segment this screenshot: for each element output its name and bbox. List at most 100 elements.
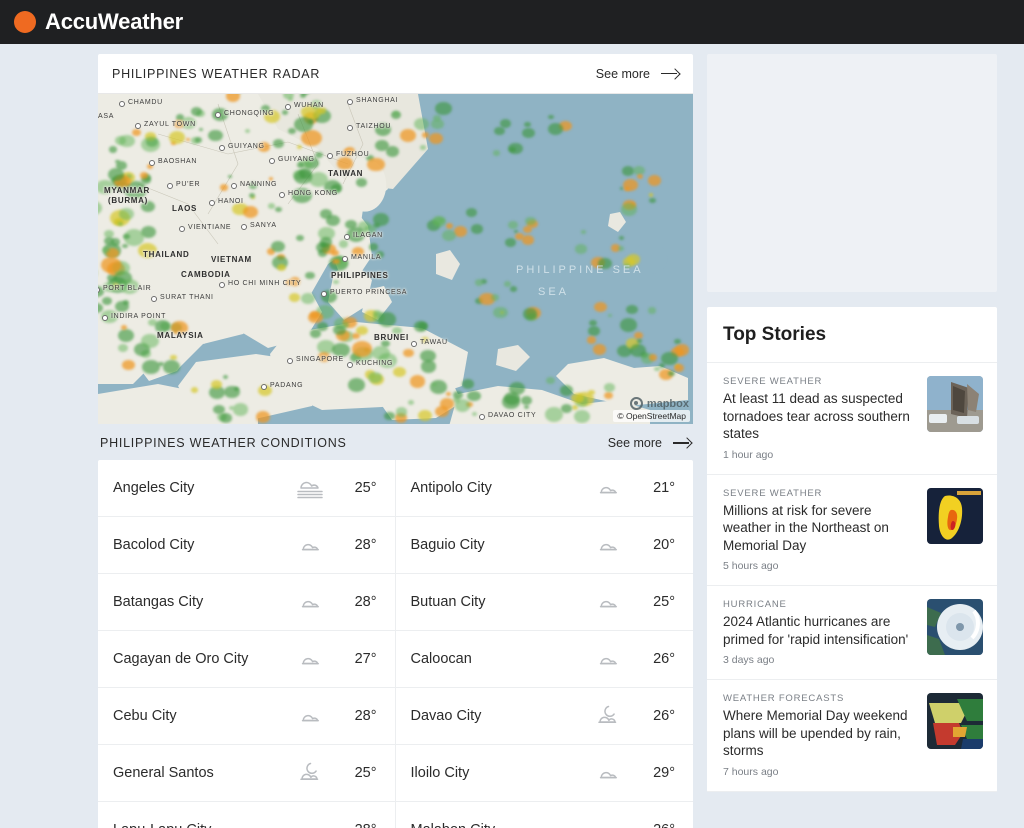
top-story-item[interactable]: SEVERE WEATHER Millions at risk for sever… <box>707 475 997 587</box>
story-text: WEATHER FORECASTS Where Memorial Day week… <box>723 693 917 778</box>
map-place-label: ILAGAN <box>353 232 383 239</box>
radar-see-more-link[interactable]: See more <box>596 67 679 81</box>
radar-card-header: PHILIPPINES WEATHER RADAR See more <box>98 54 693 94</box>
arrow-right-icon <box>661 68 679 80</box>
city-temperature: 26° <box>631 708 675 724</box>
map-sea-label: PHILIPPINE SEA <box>516 264 644 276</box>
map-place-label: ASA <box>98 113 114 120</box>
radar-see-more-label: See more <box>596 67 650 81</box>
city-name: Malabon City <box>411 822 586 828</box>
city-condition-row[interactable]: Cagayan de Oro City 27° <box>98 631 396 688</box>
city-temperature: 27° <box>333 651 377 667</box>
story-headline: Millions at risk for severe weather in t… <box>723 502 917 555</box>
map-place-label: PUERTO PRINCESA <box>330 289 407 296</box>
top-story-item[interactable]: HURRICANE 2024 Atlantic hurricanes are pr… <box>707 586 997 680</box>
city-name: Cagayan de Oro City <box>113 651 287 667</box>
map-place-label: MALAYSIA <box>157 331 204 340</box>
map-place-label: GUIYANG <box>228 143 265 150</box>
mapbox-logo-icon <box>630 397 643 410</box>
city-name: Lapu-Lapu City <box>113 822 287 828</box>
city-temperature: 26° <box>631 651 675 667</box>
map-place-label: GUIYANG <box>278 156 315 163</box>
map-place-label: FUZHOU <box>336 151 369 158</box>
main-column: PHILIPPINES WEATHER RADAR See more mapbo… <box>98 54 693 828</box>
map-place-label: KUCHING <box>356 360 393 367</box>
story-category: SEVERE WEATHER <box>723 488 917 499</box>
city-conditions-grid: Angeles City 25° Antipolo City 21° Bacolod C… <box>98 460 693 828</box>
city-condition-row[interactable]: Baguio City 20° <box>396 517 694 574</box>
arrow-right-icon <box>673 437 691 449</box>
city-condition-row[interactable]: Malabon City 26° <box>396 802 694 828</box>
city-name: Davao City <box>411 708 586 724</box>
cloudy-icon <box>287 704 333 728</box>
city-condition-row[interactable]: Bacolod City 28° <box>98 517 396 574</box>
city-temperature: 28° <box>333 708 377 724</box>
cloudy-icon <box>287 590 333 614</box>
top-story-item[interactable]: SEVERE WEATHER At least 11 dead as suspec… <box>707 363 997 475</box>
city-temperature: 28° <box>333 594 377 610</box>
page-body: PHILIPPINES WEATHER RADAR See more mapbo… <box>0 44 1024 828</box>
city-condition-row[interactable]: Cebu City 28° <box>98 688 396 745</box>
map-place-label: HANOI <box>218 198 244 205</box>
city-name: Baguio City <box>411 537 586 553</box>
city-temperature: 25° <box>333 480 377 496</box>
city-condition-row[interactable]: Davao City 26° <box>396 688 694 745</box>
brand-logo-text[interactable]: AccuWeather <box>45 9 183 35</box>
cloudy-icon <box>585 476 631 500</box>
city-condition-row[interactable]: Angeles City 25° <box>98 460 396 517</box>
city-condition-row[interactable]: Iloilo City 29° <box>396 745 694 802</box>
city-condition-row[interactable]: Batangas City 28° <box>98 574 396 631</box>
conditions-see-more-link[interactable]: See more <box>608 436 691 450</box>
top-stories-header: Top Stories <box>707 307 997 363</box>
weather-radar-map[interactable]: mapbox © OpenStreetMap PHILIPPINE SEA SEA… <box>98 94 693 424</box>
storm-damage-photo <box>927 376 983 432</box>
city-name: Caloocan <box>411 651 586 667</box>
city-condition-row[interactable]: Antipolo City 21° <box>396 460 694 517</box>
top-stories-title: Top Stories <box>723 324 981 346</box>
top-stories-panel: Top Stories SEVERE WEATHER At least 11 de… <box>707 307 997 792</box>
city-name: Bacolod City <box>113 537 287 553</box>
map-place-label: MANILA <box>351 254 381 261</box>
city-name: Iloilo City <box>411 765 586 781</box>
story-text: SEVERE WEATHER At least 11 dead as suspec… <box>723 376 917 461</box>
mapbox-attribution[interactable]: mapbox <box>630 397 689 410</box>
cloudy-icon <box>585 761 631 785</box>
map-landmass-layer <box>98 94 693 424</box>
city-temperature: 28° <box>333 537 377 553</box>
city-temperature: 21° <box>631 480 675 496</box>
advertisement-placeholder <box>707 54 997 292</box>
cloudy-icon <box>585 533 631 557</box>
cloudy-icon <box>585 590 631 614</box>
sun-icon <box>14 11 36 33</box>
story-text: SEVERE WEATHER Millions at risk for sever… <box>723 488 917 573</box>
radar-card: PHILIPPINES WEATHER RADAR See more mapbo… <box>98 54 693 424</box>
map-place-label: PORT BLAIR <box>103 285 151 292</box>
story-category: WEATHER FORECASTS <box>723 693 917 704</box>
story-timestamp: 3 days ago <box>723 654 917 666</box>
story-timestamp: 7 hours ago <box>723 766 917 778</box>
city-condition-row[interactable]: Butuan City 25° <box>396 574 694 631</box>
map-place-label: TAIZHOU <box>356 123 391 130</box>
story-category: SEVERE WEATHER <box>723 376 917 387</box>
map-place-label: PHILIPPINES <box>331 271 389 280</box>
map-place-label: PU'ER <box>176 181 200 188</box>
city-condition-row[interactable]: Caloocan 26° <box>396 631 694 688</box>
city-condition-row[interactable]: Lapu-Lapu City 28° <box>98 802 396 828</box>
map-place-label: VIETNAM <box>211 255 252 264</box>
story-timestamp: 1 hour ago <box>723 449 917 461</box>
openstreetmap-attribution[interactable]: © OpenStreetMap <box>613 410 690 422</box>
story-category: HURRICANE <box>723 599 917 610</box>
top-story-item[interactable]: WEATHER FORECASTS Where Memorial Day week… <box>707 680 997 792</box>
map-place-label: CHAMDU <box>128 99 163 106</box>
map-place-label: HO CHI MINH CITY <box>228 280 301 287</box>
sidebar-column: Top Stories SEVERE WEATHER At least 11 de… <box>707 54 997 792</box>
city-temperature: 25° <box>631 594 675 610</box>
severe-risk-map <box>927 488 983 544</box>
city-condition-row[interactable]: General Santos 25° <box>98 745 396 802</box>
map-place-label: VIENTIANE <box>188 224 231 231</box>
map-place-label: THAILAND <box>143 250 189 259</box>
cloudy-icon <box>287 647 333 671</box>
map-place-label: CAMBODIA <box>181 270 231 279</box>
conditions-header: PHILIPPINES WEATHER CONDITIONS See more <box>98 424 693 460</box>
night-mostly-cloudy-icon <box>287 760 333 786</box>
